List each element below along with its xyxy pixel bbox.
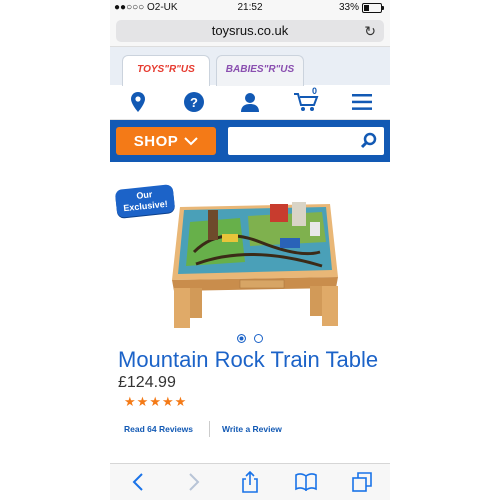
- reviews-row: Read 64 Reviews Write a Review: [110, 420, 390, 438]
- search-icon[interactable]: [360, 132, 378, 150]
- babiesrus-logo: BABIES"R"US: [225, 64, 295, 75]
- shop-label: SHOP: [133, 132, 179, 150]
- address-bar[interactable]: toysrus.co.uk ↻: [116, 20, 384, 42]
- tab-toysrus[interactable]: TOYS"R"US: [122, 55, 210, 86]
- battery-percent: 33%: [338, 2, 359, 13]
- product-image[interactable]: Our Exclusive!: [110, 182, 390, 332]
- write-review-link[interactable]: Write a Review: [222, 424, 282, 434]
- battery-fill: [364, 4, 370, 11]
- forward-icon[interactable]: [179, 469, 209, 495]
- brand-tabs: TOYS"R"US BABIES"R"US: [110, 47, 390, 86]
- browser-bottom-bar: [110, 463, 390, 500]
- store-locator-icon[interactable]: [123, 89, 153, 115]
- url-text: toysrus.co.uk: [211, 23, 289, 38]
- svg-text:?: ?: [190, 95, 198, 110]
- star-rating: ★★★★★: [110, 394, 390, 410]
- back-icon[interactable]: [123, 469, 153, 495]
- star-icon: ★: [124, 394, 137, 409]
- carousel-dots: [110, 334, 390, 346]
- carousel-dot[interactable]: [237, 334, 246, 343]
- cart-count: 0: [311, 86, 317, 96]
- search-input[interactable]: [228, 127, 384, 155]
- shop-bar: SHOP: [110, 120, 390, 162]
- star-icon: ★: [161, 394, 175, 409]
- battery-icon: [362, 2, 384, 13]
- icon-nav: ? 0: [110, 85, 390, 120]
- carousel-dot[interactable]: [254, 334, 263, 343]
- toysrus-logo: TOYS"R"US: [137, 64, 195, 75]
- read-reviews-link[interactable]: Read 64 Reviews: [124, 424, 193, 434]
- cart-icon[interactable]: 0: [291, 86, 321, 115]
- phone-screen: ●●○○○ O2-UK 21:52 33% toysrus.co.uk ↻ TO…: [110, 0, 390, 500]
- share-icon[interactable]: [235, 469, 265, 495]
- shop-button[interactable]: SHOP: [116, 127, 216, 155]
- product-title: Mountain Rock Train Table: [118, 347, 379, 372]
- battery-indicator: 33%: [338, 2, 384, 13]
- account-icon[interactable]: [235, 89, 265, 115]
- product-price: £124.99: [118, 374, 176, 391]
- chevron-down-icon: [184, 137, 198, 146]
- star-icon: ★: [174, 394, 188, 409]
- reload-icon[interactable]: ↻: [364, 20, 376, 42]
- tabs-icon[interactable]: [347, 469, 377, 495]
- star-icon: ★: [149, 394, 162, 409]
- star-icon: ★: [136, 394, 150, 409]
- browser-toolbar: toysrus.co.uk ↻: [110, 16, 390, 47]
- bookmarks-icon[interactable]: [291, 469, 321, 495]
- tab-babiesrus[interactable]: BABIES"R"US: [216, 55, 304, 86]
- divider: [208, 421, 210, 437]
- help-icon[interactable]: ?: [179, 89, 209, 115]
- status-bar: ●●○○○ O2-UK 21:52 33%: [110, 0, 390, 16]
- menu-icon[interactable]: [347, 89, 377, 115]
